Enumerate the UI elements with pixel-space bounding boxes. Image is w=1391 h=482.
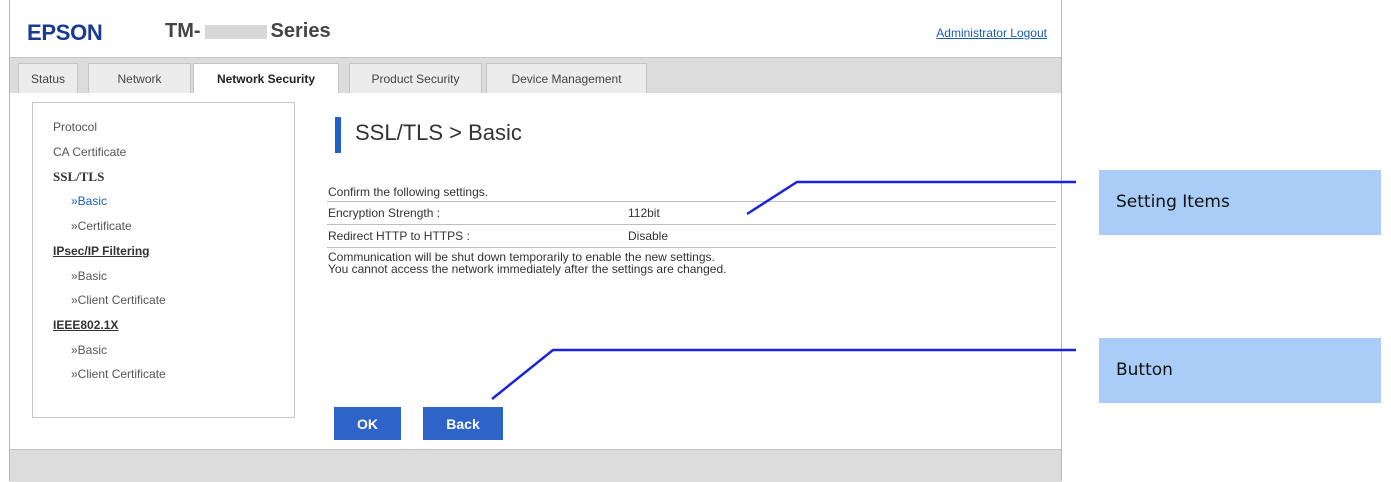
callout-button: Button: [1099, 338, 1381, 403]
epson-logo: EPSON: [27, 20, 103, 45]
setting-row-encryption-strength: Encryption Strength : 112bit: [327, 201, 1056, 224]
callout-setting-items: Setting Items: [1099, 170, 1381, 235]
sidebar-item-ipsec-basic[interactable]: »Basic: [71, 269, 107, 283]
sidebar-item-ipsec-client-certificate[interactable]: »Client Certificate: [71, 293, 166, 307]
browser-frame: EPSON TM- Series Administrator Logout Sta…: [9, 0, 1062, 482]
sidebar-item-protocol[interactable]: Protocol: [53, 120, 97, 134]
tab-network-security[interactable]: Network Security: [193, 63, 339, 95]
tab-status[interactable]: Status: [18, 63, 78, 94]
notice-text: Communication will be shut down temporar…: [328, 251, 726, 275]
setting-label: Redirect HTTP to HTTPS :: [328, 229, 470, 243]
sidebar-item-ssl-certificate[interactable]: »Certificate: [71, 219, 132, 233]
sidebar-item-ieee8021x[interactable]: IEEE802.1X: [53, 318, 118, 332]
redacted-model: [204, 24, 267, 39]
confirm-text: Confirm the following settings.: [328, 185, 489, 199]
sidebar-item-ipsec[interactable]: IPsec/IP Filtering: [53, 244, 149, 258]
model-suffix: Series: [270, 20, 331, 42]
page-title: SSL/TLS > Basic: [355, 120, 522, 145]
notice-line-2: You cannot access the network immediatel…: [328, 262, 727, 276]
ok-button[interactable]: OK: [334, 407, 401, 440]
tab-bar: Status Network Network Security Product …: [10, 57, 1061, 95]
header: EPSON TM- Series Administrator Logout: [10, 0, 1061, 57]
tab-device-management[interactable]: Device Management: [486, 63, 647, 94]
title-accent-bar: [335, 117, 341, 153]
setting-label: Encryption Strength :: [328, 206, 441, 220]
sidebar-item-ssl-basic[interactable]: »Basic: [71, 194, 107, 208]
sidebar-item-ieee-basic[interactable]: »Basic: [71, 343, 107, 357]
sidebar-item-ssl-tls[interactable]: SSL/TLS: [53, 169, 104, 185]
setting-value: Disable: [628, 229, 669, 243]
tab-product-security[interactable]: Product Security: [349, 63, 482, 94]
model-name: TM- Series: [165, 20, 331, 43]
administrator-logout-link[interactable]: Administrator Logout: [936, 26, 1047, 40]
table-divider: [327, 247, 1056, 248]
sidebar-item-ca-certificate[interactable]: CA Certificate: [53, 145, 126, 159]
setting-row-redirect-https: Redirect HTTP to HTTPS : Disable: [327, 224, 1056, 247]
sidebar-item-ieee-client-certificate[interactable]: »Client Certificate: [71, 367, 166, 381]
sidebar: Protocol CA Certificate SSL/TLS »Basic »…: [32, 102, 295, 418]
back-button[interactable]: Back: [423, 407, 503, 440]
tab-network[interactable]: Network: [88, 63, 191, 94]
content-area: Protocol CA Certificate SSL/TLS »Basic »…: [10, 93, 1061, 449]
setting-value: 112bit: [628, 206, 660, 220]
footer-strip: [10, 449, 1061, 482]
model-prefix: TM-: [165, 20, 201, 42]
